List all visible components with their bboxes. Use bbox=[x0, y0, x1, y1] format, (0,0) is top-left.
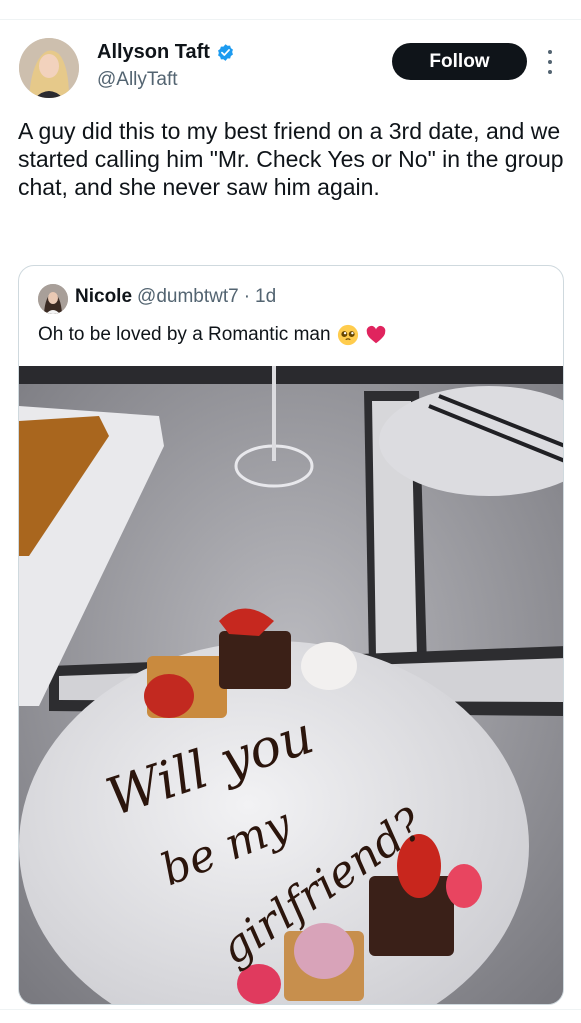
follow-button[interactable]: Follow bbox=[392, 43, 527, 80]
more-dot bbox=[548, 60, 552, 64]
author-avatar[interactable] bbox=[19, 38, 79, 98]
separator-dot: · bbox=[243, 286, 251, 307]
quoted-photo[interactable]: Will you be my girlfriend? bbox=[19, 366, 563, 1004]
profile-photo bbox=[38, 284, 68, 314]
pleading-face-emoji bbox=[337, 324, 358, 346]
dessert-plate-photo: Will you be my girlfriend? bbox=[19, 366, 563, 1004]
verified-badge-icon bbox=[218, 44, 233, 61]
quoted-tweet-card[interactable]: Nicole @dumbtwt7 · 1d Oh to be loved by … bbox=[18, 265, 564, 1005]
quoted-timestamp[interactable]: 1d bbox=[255, 286, 276, 308]
more-dot bbox=[548, 50, 552, 54]
quoted-display-name[interactable]: Nicole bbox=[75, 286, 132, 308]
more-vertical-icon[interactable] bbox=[543, 50, 557, 74]
quoted-name-row: Nicole @dumbtwt7 · 1d bbox=[75, 286, 276, 308]
bottom-divider bbox=[0, 1009, 581, 1010]
top-divider bbox=[0, 19, 581, 20]
more-dot bbox=[548, 70, 552, 74]
quoted-text-row: Oh to be loved by a Romantic man bbox=[38, 324, 387, 346]
quoted-author-avatar[interactable] bbox=[38, 284, 68, 314]
author-display-name[interactable]: Allyson Taft bbox=[97, 41, 210, 64]
red-heart-emoji bbox=[366, 325, 385, 344]
tweet-text: A guy did this to my best friend on a 3r… bbox=[18, 118, 564, 200]
quoted-text: Oh to be loved by a Romantic man bbox=[38, 324, 331, 345]
quoted-handle[interactable]: @dumbtwt7 bbox=[137, 286, 239, 308]
author-name-row: Allyson Taft bbox=[97, 41, 235, 64]
profile-photo bbox=[19, 38, 79, 98]
author-handle[interactable]: @AllyTaft bbox=[97, 69, 178, 91]
